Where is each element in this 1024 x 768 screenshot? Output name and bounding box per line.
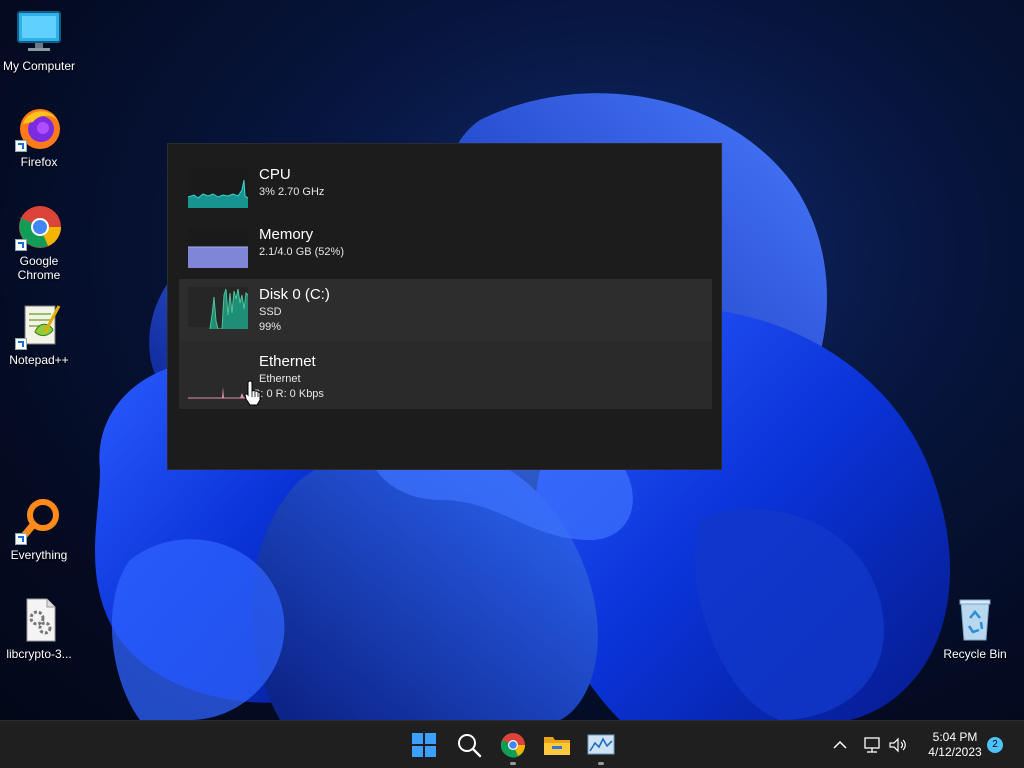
perf-item-title: Memory — [259, 226, 314, 243]
disk-graph-thumbnail — [188, 287, 249, 330]
desktop-icon-recycle-bin[interactable]: Recycle Bin — [936, 596, 1014, 661]
shortcut-arrow-icon — [15, 338, 27, 350]
taskbar-task-manager-button[interactable] — [585, 729, 617, 765]
memory-graph-thumbnail — [188, 228, 248, 268]
shortcut-arrow-icon — [15, 533, 27, 545]
chrome-icon — [15, 203, 63, 251]
ethernet-graph-thumbnail — [188, 355, 248, 399]
running-indicator — [598, 762, 604, 765]
desktop-icon-label: Firefox — [20, 155, 58, 169]
firefox-icon — [15, 104, 63, 152]
shortcut-arrow-icon — [15, 239, 27, 251]
desktop-icon-my-computer[interactable]: My Computer — [0, 8, 78, 73]
perf-item-detail: S: 0 R: 0 Kbps — [253, 388, 324, 400]
perf-item-detail: 3% 2.70 GHz — [259, 186, 325, 198]
desktop-icon-label: Recycle Bin — [943, 647, 1007, 661]
search-icon — [458, 734, 482, 758]
volume-icon — [889, 737, 906, 753]
perf-item-title: CPU — [259, 166, 291, 183]
notification-badge[interactable]: 2 — [987, 737, 1003, 753]
taskbar: 5:04 PM 4/12/2023 2 — [0, 720, 1024, 768]
task-manager-performance-panel: CPU 3% 2.70 GHz Memory 2.1/4.0 GB (52%) — [167, 143, 722, 470]
running-indicator — [510, 762, 516, 765]
desktop-icon-label: Notepad++ — [9, 353, 69, 367]
chevron-up-icon — [833, 740, 847, 749]
chrome-icon — [500, 733, 526, 758]
volume-button[interactable] — [884, 729, 912, 761]
network-icon — [864, 737, 880, 753]
perf-item-detail: Ethernet — [259, 373, 301, 385]
recycle-bin-icon — [951, 596, 999, 644]
everything-magnifier-icon — [15, 497, 63, 545]
desktop-icon-label: My Computer — [2, 59, 76, 73]
search-button[interactable] — [453, 729, 485, 761]
perf-item-memory[interactable]: Memory 2.1/4.0 GB (52%) — [179, 217, 712, 279]
perf-item-title: Disk 0 (C:) — [259, 286, 330, 303]
desktop-icon-everything[interactable]: Everything — [0, 497, 78, 562]
perf-item-title: Ethernet — [259, 353, 316, 370]
perf-item-detail: 99% — [259, 321, 282, 333]
desktop-icon-firefox[interactable]: Firefox — [0, 104, 78, 169]
desktop-icon-label: Google Chrome — [17, 254, 61, 282]
perf-item-detail: 2.1/4.0 GB (52%) — [259, 246, 344, 258]
perf-item-disk-0[interactable]: Disk 0 (C:) SSD 99% — [179, 279, 712, 341]
shortcut-arrow-icon — [15, 140, 27, 152]
task-manager-icon — [587, 734, 615, 755]
start-icon — [412, 733, 436, 757]
start-button[interactable] — [408, 729, 440, 761]
taskbar-file-explorer-button[interactable] — [541, 729, 573, 761]
desktop-icon-libcrypto[interactable]: libcrypto-3... — [0, 596, 78, 661]
clock-time: 5:04 PM — [932, 730, 978, 744]
desktop-icon-notepadpp[interactable]: Notepad++ — [0, 302, 78, 367]
desktop-icon-label: Everything — [10, 548, 68, 562]
notepadpp-icon — [15, 302, 63, 350]
cpu-graph-thumbnail — [187, 168, 249, 208]
monitor-icon — [15, 8, 63, 56]
desktop-icon-label: libcrypto-3... — [6, 647, 72, 661]
desktop-icon-google-chrome[interactable]: Google Chrome — [0, 203, 78, 282]
hand-cursor-icon — [244, 380, 261, 406]
perf-item-detail: SSD — [259, 306, 282, 318]
show-hidden-icons-button[interactable] — [826, 729, 854, 761]
network-button[interactable] — [858, 729, 886, 761]
file-explorer-icon — [544, 737, 570, 755]
dll-file-icon — [15, 596, 63, 644]
taskbar-clock[interactable]: 5:04 PM 4/12/2023 — [912, 730, 998, 760]
desktop: My Computer Firefox Google Chrome Notepa… — [0, 0, 1024, 720]
taskbar-chrome-button[interactable] — [497, 729, 529, 765]
perf-item-cpu[interactable]: CPU 3% 2.70 GHz — [179, 157, 712, 219]
clock-date: 4/12/2023 — [928, 745, 982, 759]
